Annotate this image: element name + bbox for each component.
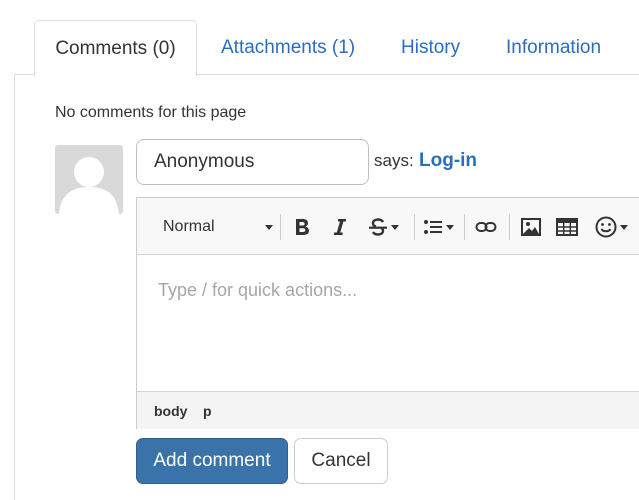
toolbar-separator [509, 214, 510, 240]
user-silhouette-icon [59, 157, 119, 214]
strikethrough-icon [368, 218, 387, 236]
tab-history[interactable]: History [401, 20, 460, 75]
link-button[interactable] [474, 212, 498, 242]
comment-editor: Normal Type / for quick actions... body … [136, 197, 639, 429]
image-icon [521, 218, 541, 236]
tab-information[interactable]: Information [506, 20, 601, 75]
list-button[interactable] [420, 212, 456, 242]
toolbar-separator [280, 214, 281, 240]
italic-button[interactable] [329, 212, 351, 242]
add-comment-button[interactable]: Add comment [136, 438, 288, 484]
tab-bar: Comments (0) Attachments (1) History Inf… [0, 0, 639, 76]
paragraph-format-select[interactable]: Normal [163, 214, 273, 240]
table-icon [556, 218, 578, 236]
editor-placeholder: Type / for quick actions... [158, 280, 358, 300]
comment-text-area[interactable]: Type / for quick actions... [137, 255, 639, 391]
login-link[interactable]: Log-in [419, 150, 477, 172]
chevron-down-icon [619, 224, 628, 230]
tab-comments[interactable]: Comments (0) [34, 20, 197, 76]
says-label: says: [374, 151, 414, 170]
editor-statusbar: body p [137, 391, 639, 429]
link-icon [475, 222, 497, 232]
element-path-p[interactable]: p [203, 403, 212, 419]
name-input[interactable] [136, 139, 369, 185]
strikethrough-button[interactable] [365, 212, 401, 242]
paragraph-format-value: Normal [163, 218, 215, 235]
table-button[interactable] [555, 212, 579, 242]
bold-button[interactable] [291, 212, 313, 242]
bold-icon [296, 219, 309, 235]
chevron-down-icon [390, 224, 399, 230]
chevron-down-icon [265, 225, 273, 230]
image-button[interactable] [519, 212, 543, 242]
cancel-button[interactable]: Cancel [294, 438, 388, 484]
toolbar-separator [464, 214, 465, 240]
list-icon [423, 220, 442, 234]
tab-attachments[interactable]: Attachments (1) [221, 20, 355, 75]
editor-toolbar: Normal [137, 198, 639, 255]
emoji-icon [595, 216, 616, 238]
empty-comments-message: No comments for this page [55, 104, 247, 121]
toolbar-separator [414, 214, 415, 240]
emoji-button[interactable] [593, 212, 629, 242]
avatar [55, 145, 123, 214]
chevron-down-icon [445, 224, 454, 230]
element-path-body[interactable]: body [154, 403, 187, 419]
italic-icon [334, 219, 346, 235]
